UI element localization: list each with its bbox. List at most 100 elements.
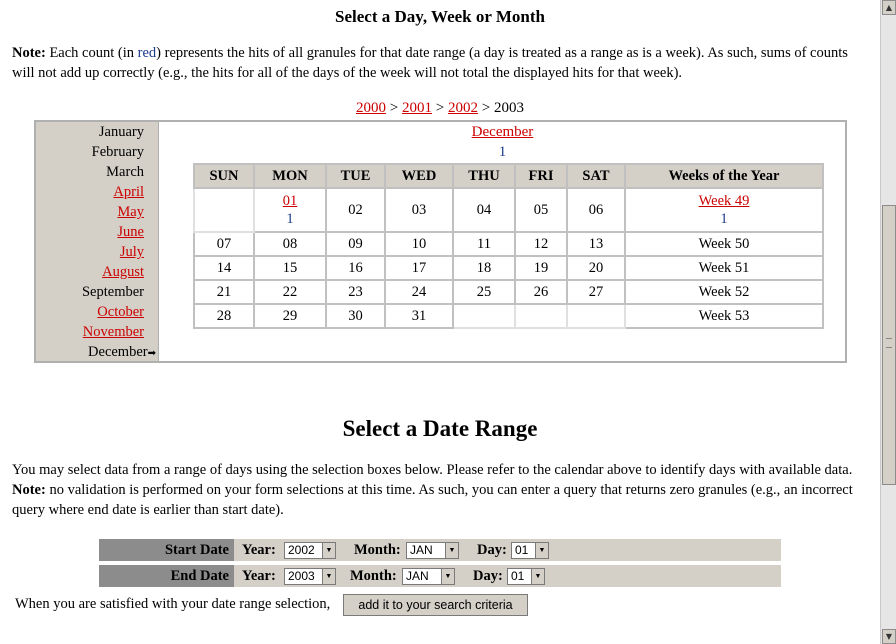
day-number: 31 (411, 308, 427, 324)
month-august[interactable]: August (102, 264, 144, 281)
day-cell-15: 15 (253, 255, 327, 281)
month-october[interactable]: October (97, 304, 144, 321)
vertical-scrollbar[interactable]: ▲ ▼ (880, 0, 896, 644)
day-cell-22: 22 (253, 279, 327, 305)
week-label[interactable]: Week 49 (626, 192, 822, 210)
day-number: 18 (476, 260, 492, 276)
day-cell-10: 10 (384, 231, 454, 257)
start-year-value: 2002 (288, 543, 315, 557)
month-june[interactable]: June (117, 224, 144, 241)
day-cell-23: 23 (325, 279, 386, 305)
day-cell-18: 18 (452, 255, 516, 281)
arrow-down-icon[interactable]: ▼ (882, 629, 896, 644)
calendar-table: SUN MON TUE WED THU FRI SAT Weeks of the Year 0… (193, 163, 824, 329)
chevron-down-icon: ▼ (322, 543, 335, 558)
day-cell-03: 03 (384, 187, 454, 233)
end-month-value: JAN (406, 569, 429, 583)
arrow-up-icon[interactable]: ▲ (882, 0, 896, 15)
day-number: 25 (476, 284, 492, 300)
range-desc-text-1: You may select data from a range of days… (12, 462, 853, 478)
month-november[interactable]: November (83, 324, 144, 341)
day-cell-29: 29 (253, 303, 327, 329)
month-label: January (98, 124, 144, 140)
month-september: September (82, 284, 144, 301)
empty-day-cell (514, 303, 568, 329)
week-label: Week 50 (698, 236, 750, 252)
day-cell-02: 02 (325, 187, 386, 233)
day-number: 05 (533, 202, 549, 218)
current-month-heading[interactable]: December (158, 124, 847, 141)
empty-day-cell (452, 303, 516, 329)
start-day-value: 01 (515, 543, 529, 557)
day-number: 26 (533, 284, 549, 300)
year-2003: 2003 (493, 100, 524, 116)
day-cell-31: 31 (384, 303, 454, 329)
day-cell-21: 21 (193, 279, 255, 305)
day-number: 11 (477, 236, 491, 252)
add-to-search-button[interactable]: add it to your search criteria (343, 594, 528, 616)
month-may[interactable]: May (117, 204, 144, 221)
day-number: 06 (588, 202, 604, 218)
month-april[interactable]: April (113, 184, 144, 201)
start-day-select[interactable]: 01 ▼ (511, 542, 549, 559)
start-year-select[interactable]: 2002 ▼ (284, 542, 336, 559)
week-label: Week 53 (698, 308, 750, 324)
day-cell-12: 12 (514, 231, 568, 257)
week-cell[interactable]: Week 49 1 (624, 187, 824, 233)
range-desc-text-2: no validation is performed on your form … (12, 482, 853, 518)
chevron-down-icon: ▼ (535, 543, 548, 558)
chevron-down-icon: ▼ (322, 569, 335, 584)
chevron-down-icon: ▼ (441, 569, 454, 584)
month-july[interactable]: July (120, 244, 144, 261)
current-month-link[interactable]: December (472, 124, 534, 140)
start-month-select[interactable]: JAN ▼ (406, 542, 459, 559)
scrollbar-thumb[interactable] (882, 205, 896, 485)
empty-day-cell (566, 303, 626, 329)
year-2000[interactable]: 2000 (356, 100, 386, 116)
calendar-body: 01 1 02 03 04 05 06 Week 49 1 07 08 09 10 11 12 13 Week … (193, 187, 824, 329)
day-number: 28 (216, 308, 232, 324)
week-cell: Week 50 (624, 231, 824, 257)
header-sat: SAT (566, 163, 626, 189)
day-number: 23 (348, 284, 363, 300)
header-fri: FRI (514, 163, 568, 189)
note-paragraph: Note: Each count (in red) represents the… (12, 43, 857, 83)
end-year-select[interactable]: 2003 ▼ (284, 568, 336, 585)
year-navigation: 2000 > 2001 > 2002 > 2003 (0, 100, 878, 117)
week-label: Week 52 (698, 284, 750, 300)
day-cell-24: 24 (384, 279, 454, 305)
year-2001[interactable]: 2001 (402, 100, 432, 116)
day-count: 1 (286, 211, 294, 227)
day-cell-30: 30 (325, 303, 386, 329)
week-row: 14 15 16 17 18 19 20 Week 51 (193, 255, 824, 281)
month-label: June (117, 224, 144, 240)
day-number: 14 (216, 260, 232, 276)
day-number[interactable]: 01 (255, 192, 325, 210)
year-2002[interactable]: 2002 (448, 100, 478, 116)
header-tue: TUE (325, 163, 386, 189)
day-number: 09 (348, 236, 363, 252)
day-number: 08 (282, 236, 298, 252)
month-label: December (88, 344, 148, 360)
day-cell-17: 17 (384, 255, 454, 281)
day-cell-26: 26 (514, 279, 568, 305)
day-number: 27 (588, 284, 604, 300)
day-number: 21 (216, 284, 232, 300)
day-cell-27: 27 (566, 279, 626, 305)
year-separator: > (432, 100, 448, 116)
day-number: 12 (533, 236, 549, 252)
day-number: 16 (348, 260, 363, 276)
day-cell-16: 16 (325, 255, 386, 281)
end-year-label: Year: (242, 568, 276, 584)
day-number: 02 (348, 202, 363, 218)
month-label: April (113, 184, 144, 200)
day-number: 03 (411, 202, 427, 218)
week-cell: Week 52 (624, 279, 824, 305)
end-month-select[interactable]: JAN ▼ (402, 568, 455, 585)
end-day-select[interactable]: 01 ▼ (507, 568, 545, 585)
month-list: January February March April May June July Augu… (36, 122, 159, 361)
month-label: February (91, 144, 144, 160)
day-cell-06: 06 (566, 187, 626, 233)
note-label: Note: (12, 45, 46, 61)
day-cell-01[interactable]: 01 1 (253, 187, 327, 233)
